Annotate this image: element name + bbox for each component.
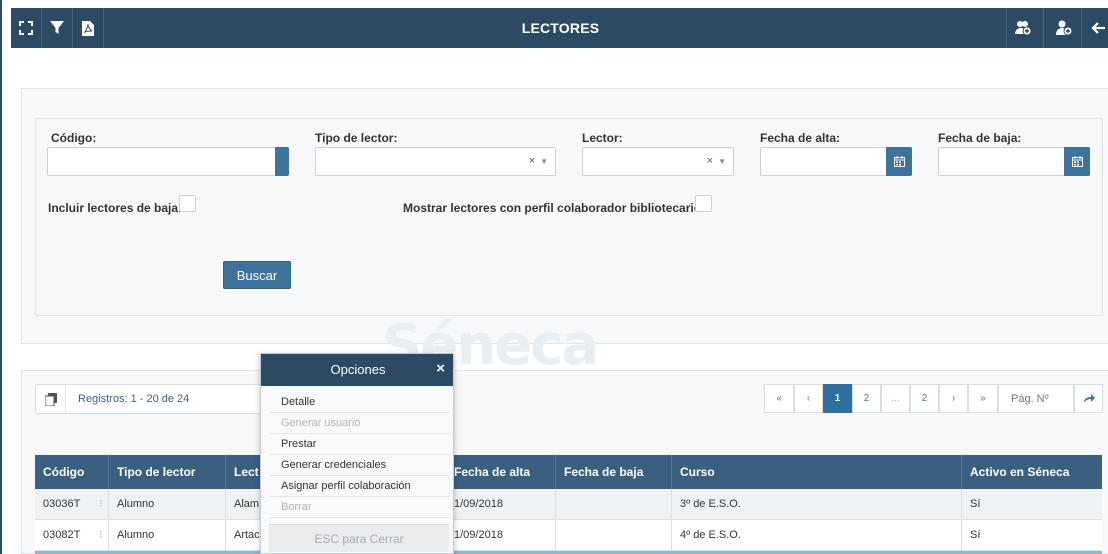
table-row[interactable]: 03082T ⁝ Alumno Artac 1/09/2018 4º de E.…: [35, 520, 1102, 551]
cell-curso: 3º de E.S.O.: [672, 489, 962, 520]
close-icon[interactable]: ×: [436, 361, 445, 377]
expand-icon[interactable]: [11, 8, 41, 48]
cell-tipo: Alumno: [109, 520, 226, 551]
options-popup: Opciones × Detalle Generar usuario Prest…: [260, 353, 454, 554]
incluir-bajas-checkbox[interactable]: [179, 195, 196, 212]
prev-page-button[interactable]: ‹: [794, 384, 823, 413]
top-toolbar: LECTORES: [11, 8, 1108, 48]
table-header: Código Tipo de lector Lect Fecha de alta…: [35, 455, 1102, 489]
cell-activo: Sí: [970, 498, 981, 510]
page-number-input[interactable]: Pág. Nº: [998, 384, 1074, 413]
codigo-value: 03036T: [43, 498, 81, 510]
first-page-button[interactable]: «: [764, 384, 794, 413]
mostrar-colaborador-label: Mostrar lectores con perfil colaborador …: [403, 201, 706, 215]
table-row[interactable]: 03036T ⁝ Alumno Alam 1/09/2018 3º de E.S…: [35, 489, 1102, 520]
buscar-button[interactable]: Buscar: [223, 261, 291, 289]
esc-close-button[interactable]: ESC para Cerrar: [269, 524, 449, 552]
last-page-button[interactable]: »: [968, 384, 998, 413]
cell-fecha-alta: 1/09/2018: [446, 520, 556, 551]
codigo-input[interactable]: [47, 147, 289, 176]
chevron-down-icon: ▼: [540, 157, 548, 166]
menu-item-detalle[interactable]: Detalle: [269, 392, 449, 413]
menu-item-generar-credenciales[interactable]: Generar credenciales: [269, 455, 449, 476]
popup-header: Opciones ×: [261, 354, 453, 386]
cell-codigo: 03082T: [35, 520, 109, 551]
last-page-number-button[interactable]: 2: [910, 384, 939, 413]
row-menu-icon[interactable]: ⁝: [99, 498, 103, 510]
fecha-alta-label: Fecha de alta:: [760, 131, 841, 145]
page-2-button[interactable]: 2: [852, 384, 881, 413]
codigo-label: Código:: [51, 131, 97, 145]
page-ellipsis: ...: [881, 384, 910, 413]
lector-label: Lector:: [582, 131, 623, 145]
back-icon[interactable]: [1085, 8, 1108, 48]
add-group-icon[interactable]: [1008, 8, 1038, 48]
registros-box: Registros: 1 - 20 de 24: [35, 384, 265, 414]
clear-selection-icon[interactable]: ×: [707, 155, 713, 167]
fecha-baja-input[interactable]: [938, 147, 1090, 176]
chevron-down-icon: ▼: [718, 157, 726, 166]
fecha-alta-input[interactable]: [760, 147, 912, 176]
cell-codigo: 03036T: [35, 489, 109, 520]
lector-select[interactable]: × ▼: [582, 147, 734, 176]
cell-curso: 4º de E.S.O.: [672, 520, 962, 551]
menu-item-asignar-perfil[interactable]: Asignar perfil colaboración: [269, 476, 449, 497]
next-page-button[interactable]: ›: [939, 384, 968, 413]
app-frame: LECTORES Código: Tipo de lector: × ▼ Lec…: [0, 0, 1108, 554]
mostrar-colaborador-checkbox[interactable]: [695, 195, 712, 212]
copy-icon[interactable]: [36, 385, 66, 413]
col-fecha-baja[interactable]: Fecha de baja: [556, 455, 672, 489]
col-tipo-lector[interactable]: Tipo de lector: [109, 455, 226, 489]
incluir-bajas-label: Incluir lectores de baja:: [48, 201, 183, 215]
registros-count: Registros: 1 - 20 de 24: [78, 393, 190, 405]
row-menu-icon[interactable]: ⁝: [99, 529, 103, 541]
options-menu: Detalle Generar usuario Prestar Generar …: [269, 392, 449, 518]
go-page-icon[interactable]: [1074, 384, 1103, 413]
codigo-value: 03082T: [43, 529, 81, 541]
page-1-button[interactable]: 1: [823, 384, 852, 413]
cell-fecha-alta: 1/09/2018: [446, 489, 556, 520]
col-fecha-alta[interactable]: Fecha de alta: [446, 455, 556, 489]
tipo-lector-select[interactable]: × ▼: [315, 147, 556, 176]
codigo-input-addon: [275, 147, 289, 176]
cell-tipo: Alumno: [109, 489, 226, 520]
col-activo[interactable]: Activo en Séneca: [962, 455, 1102, 489]
popup-title: Opciones: [330, 362, 386, 377]
menu-item-generar-usuario: Generar usuario: [269, 413, 449, 434]
cell-fecha-baja: [556, 489, 672, 520]
filter-icon[interactable]: [42, 8, 72, 48]
cell-fecha-baja: [556, 520, 672, 551]
cell-activo: Sí: [970, 529, 981, 541]
add-user-icon[interactable]: [1049, 8, 1079, 48]
pdf-icon[interactable]: [73, 8, 103, 48]
col-curso[interactable]: Curso: [672, 455, 962, 489]
calendar-icon[interactable]: [886, 147, 912, 176]
menu-item-borrar: Borrar: [269, 497, 449, 518]
col-codigo[interactable]: Código: [35, 455, 109, 489]
menu-item-prestar[interactable]: Prestar: [269, 434, 449, 455]
clear-selection-icon[interactable]: ×: [529, 155, 535, 167]
tipo-lector-label: Tipo de lector:: [315, 131, 398, 145]
page-title: LECTORES: [521, 20, 600, 36]
fecha-baja-label: Fecha de baja:: [938, 131, 1022, 145]
calendar-icon[interactable]: [1064, 147, 1090, 176]
